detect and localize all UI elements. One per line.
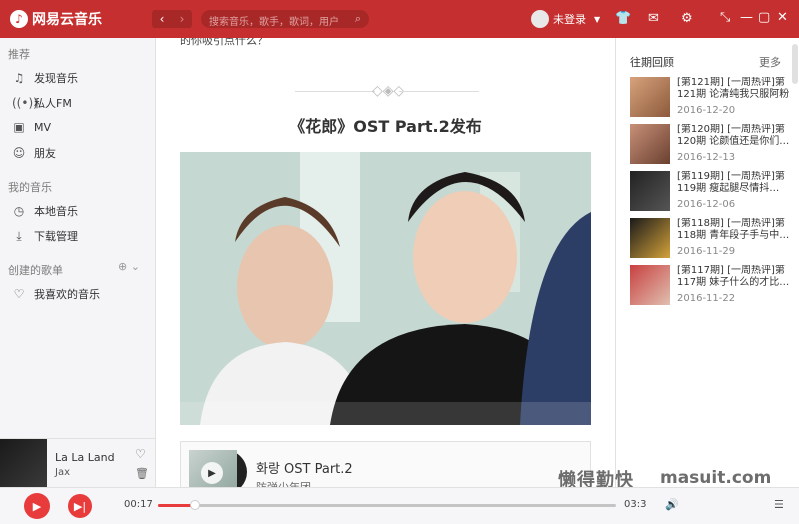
player-bar: ▶ ▶| 00:17 03:3 🔊 ☰ [0,487,799,524]
issue-thumbnail[interactable] [630,124,670,164]
next-button[interactable]: ▶| [68,494,92,518]
issue-date: 2016-11-22 [677,293,736,304]
current-time: 00:17 [124,499,153,510]
app-logo[interactable]: ♪ 网易云音乐 [10,9,102,29]
local-music-icon: ◷ [13,204,25,218]
issue-title[interactable]: [第120期] [一周热评]第120期 论颜值还是你们… [677,124,792,148]
past-issues-heading: 往期回顾 [630,56,674,69]
search-input[interactable]: 搜索音乐，歌手，歌词，用户 ⌕ [201,10,369,28]
song-card-title[interactable]: 화랑 OST Part.2 [256,458,353,477]
skin-icon[interactable]: 👕 [615,11,631,26]
sidebar-item-mv[interactable]: ▣ MV [12,120,51,134]
progress-handle[interactable] [189,500,200,510]
sidebar-section-my-music: 我的音乐 [8,181,52,194]
gear-icon[interactable]: ⚙ [681,11,693,26]
title-bar: ♪ 网易云音乐 ‹ › 搜索音乐，歌手，歌词，用户 ⌕ 未登录 ▼ 👕 ✉ ⚙ … [0,0,799,38]
list-item[interactable]: [第118期] [一周热评]第118期 青年段子手与中… 2016-11-29 [630,218,795,258]
hero-photo-illustration [180,152,591,425]
sidebar-section-created-playlists: 创建的歌单 [8,264,63,277]
issue-thumbnail[interactable] [630,265,670,305]
login-label[interactable]: 未登录 [553,11,586,27]
issue-date: 2016-12-13 [677,152,736,163]
search-icon[interactable]: ⌕ [355,12,361,26]
list-item[interactable]: [第119期] [一周热评]第119期 瘦起腿尽情抖… 2016-12-06 [630,171,795,211]
sidebar-item-liked-music[interactable]: ♡ 我喜欢的音乐 [12,286,100,302]
chevron-down-icon[interactable]: ▼ [594,15,600,24]
now-playing-title[interactable]: La La Land [55,451,115,464]
sidebar-item-label: 私人FM [34,97,72,110]
search-placeholder: 搜索音乐，歌手，歌词，用户 [209,17,339,28]
sidebar-item-label: 发现音乐 [34,72,78,85]
sidebar-item-label: 本地音乐 [34,205,78,218]
issue-date: 2016-12-20 [677,105,736,116]
article-title: 《花郎》OST Part.2发布 [289,117,482,136]
sidebar-item-label: 下载管理 [34,230,78,243]
sidebar-item-label: 我喜欢的音乐 [34,288,100,301]
total-time: 03:3 [624,499,647,510]
video-icon: ▣ [13,120,25,134]
playlist-icon[interactable]: ☰ [774,498,784,511]
avatar[interactable] [531,10,549,28]
issue-date: 2016-11-29 [677,246,736,257]
issue-title[interactable]: [第117期] [一周热评]第117期 妹子什么的才比… [677,265,792,289]
friends-icon: ☺ [12,146,26,160]
mini-mode-icon[interactable]: ⤡ [720,10,730,25]
sidebar-item-local-music[interactable]: ◷ 本地音乐 [12,203,78,219]
song-card-artist[interactable]: 防弹少年团 [256,479,311,487]
back-button[interactable]: ‹ [152,10,172,28]
download-icon: ⤓ [16,228,22,243]
trash-icon[interactable]: 🗑 [135,467,149,480]
sidebar: 推荐 ♫ 发现音乐 ((•)) 私人FM ▣ MV ☺ 朋友 我的音乐 ◷ 本地… [0,38,156,438]
watermark-site: masuit.com [660,468,772,488]
diamond-ornament-icon: ◇◈◇ [372,83,405,99]
issue-title[interactable]: [第121期] [一周热评]第121期 论清纯我只服阿粉 [677,77,792,101]
volume-icon[interactable]: 🔊 [665,498,679,511]
article-text-cut: 的你吸引点什么？ [180,38,268,47]
close-icon[interactable]: ✕ [777,10,788,25]
sidebar-item-downloads[interactable]: ⤓ 下载管理 [12,228,78,244]
divider-right [399,91,479,92]
play-icon[interactable]: ▶ [201,462,223,484]
issue-thumbnail[interactable] [630,218,670,258]
issue-thumbnail[interactable] [630,77,670,117]
like-icon[interactable]: ♡ [135,447,146,461]
issue-thumbnail[interactable] [630,171,670,211]
heart-icon: ♡ [13,287,25,301]
sidebar-item-label: 朋友 [34,147,56,160]
history-nav: ‹ › [152,10,192,28]
now-playing-artist[interactable]: Jax [55,467,70,478]
play-button[interactable]: ▶ [24,493,50,519]
article-hero-image [180,152,591,425]
issue-date: 2016-12-06 [677,199,736,210]
now-playing-mini[interactable]: La La Land Jax ♡ 🗑 [0,438,156,488]
now-playing-cover[interactable] [0,439,47,488]
more-link[interactable]: 更多 [759,54,781,70]
divider-left [295,91,375,92]
netease-music-icon: ♪ [10,10,28,28]
forward-button[interactable]: › [172,10,192,28]
list-item[interactable]: [第121期] [一周热评]第121期 论清纯我只服阿粉 2016-12-20 [630,77,795,117]
issue-title[interactable]: [第119期] [一周热评]第119期 瘦起腿尽情抖… [677,171,792,195]
add-playlist-icon[interactable]: ⊕ ⌄ [118,260,140,273]
sidebar-item-label: MV [34,120,52,134]
sidebar-item-friends[interactable]: ☺ 朋友 [12,145,56,161]
issue-title[interactable]: [第118期] [一周热评]第118期 青年段子手与中… [677,218,792,242]
song-card[interactable]: ▶ 화랑 OST Part.2 防弹少年团 [180,441,591,487]
radio-icon: ((•)) [12,96,38,110]
progress-bar[interactable] [158,500,616,510]
minimize-icon[interactable]: — [740,10,753,25]
mail-icon[interactable]: ✉ [648,11,659,26]
user-login[interactable]: 未登录 ▼ [531,10,600,28]
sidebar-section-recommend: 推荐 [8,48,30,61]
sidebar-item-discover[interactable]: ♫ 发现音乐 [12,70,78,86]
list-item[interactable]: [第120期] [一周热评]第120期 论颜值还是你们… 2016-12-13 [630,124,795,164]
main-content: 的你吸引点什么？ ◇◈◇ 《花郎》OST Part.2发布 ▶ 화랑 OST P… [157,38,614,487]
maximize-icon[interactable]: ▢ [758,10,770,25]
sidebar-item-fm[interactable]: ((•)) 私人FM [12,95,72,111]
past-issues-panel: 往期回顾 更多 [第121期] [一周热评]第121期 论清纯我只服阿粉 201… [615,38,799,487]
list-item[interactable]: [第117期] [一周热评]第117期 妹子什么的才比… 2016-11-22 [630,265,795,305]
app-title: 网易云音乐 [32,12,102,28]
music-note-icon: ♫ [13,71,25,85]
